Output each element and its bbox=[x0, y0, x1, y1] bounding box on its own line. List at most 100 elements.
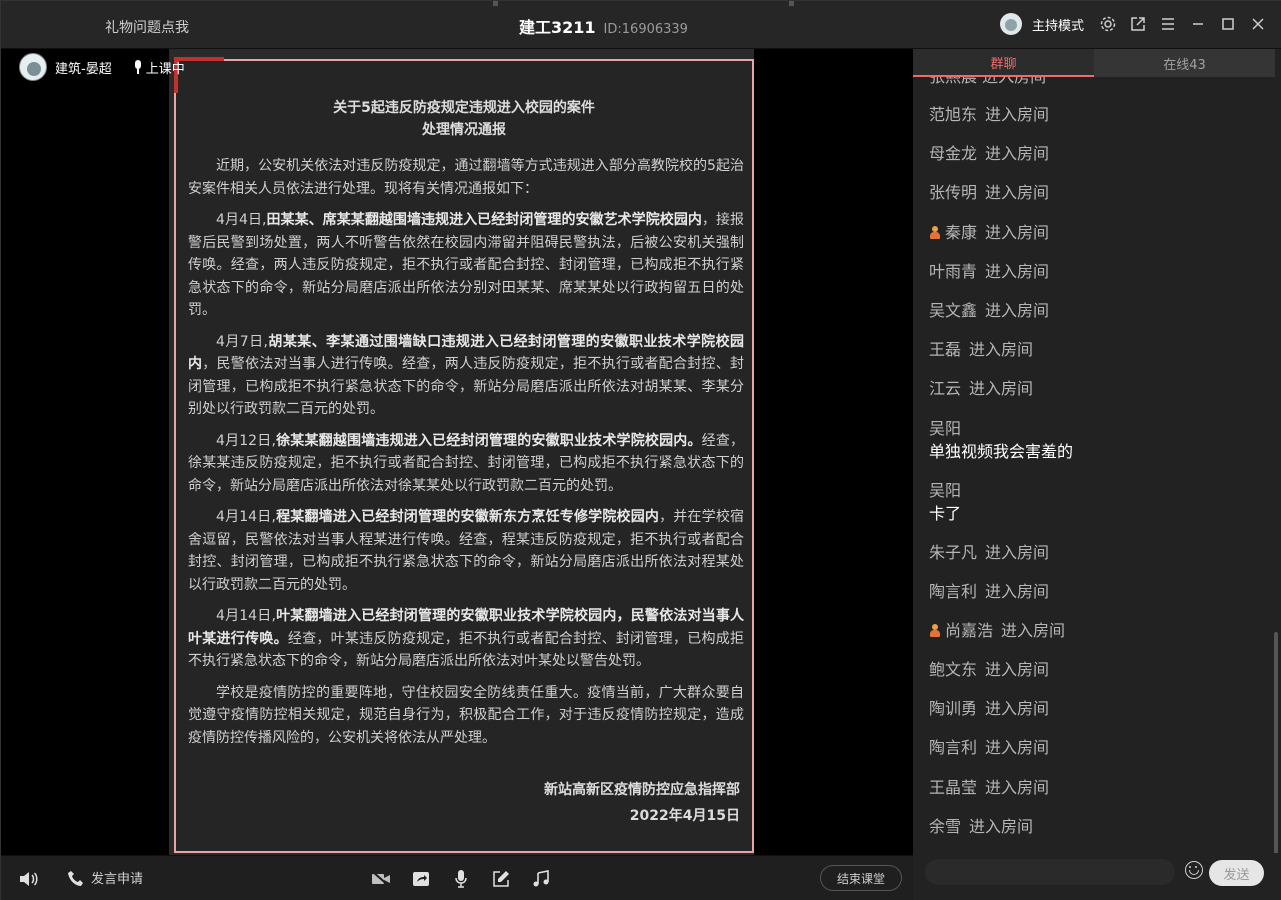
chat-user-name[interactable]: 鲍文东 bbox=[929, 660, 977, 680]
document-body: 近期，公安机关依法对违反防疫规定，通过翻墙等方式违规进入部分高教院校的5起治安案… bbox=[188, 155, 744, 758]
chat-user-name[interactable]: 朱子凡 bbox=[929, 543, 977, 563]
chat-user-name[interactable]: 秦康 bbox=[945, 223, 977, 243]
edit-icon[interactable] bbox=[490, 868, 512, 890]
presenter-status: 上课中 bbox=[134, 58, 185, 77]
join-action: 进入房间 bbox=[985, 183, 1050, 203]
microphone-icon[interactable] bbox=[450, 868, 472, 890]
avatar[interactable] bbox=[19, 53, 47, 81]
speak-request-button[interactable]: 发言申请 bbox=[91, 868, 143, 887]
document-paragraph: 学校是疫情防控的重要阵地，守住校园安全防线责任重大。疫情当前，广大群众要自觉遵守… bbox=[188, 684, 744, 746]
app-window: 礼物问题点我 建工3211 ID:16906339 主持模式 关于5起违反防疫规… bbox=[0, 0, 1281, 900]
chat-user-name[interactable]: 王晶莹 bbox=[929, 778, 977, 798]
window-controls: 主持模式 bbox=[999, 13, 1268, 35]
presenter-name: 建筑-晏超 bbox=[55, 61, 112, 77]
document-title: 关于5起违反防疫规定违规进入校园的案件 处理情况通报 bbox=[176, 97, 752, 141]
chat-user-name[interactable]: 陶言利 bbox=[929, 582, 977, 602]
menu-icon[interactable] bbox=[1158, 14, 1178, 34]
gift-issue-link[interactable]: 礼物问题点我 bbox=[105, 17, 189, 37]
shared-document: 关于5起违反防疫规定违规进入校园的案件 处理情况通报 近期，公安机关依法对违反防… bbox=[174, 59, 754, 853]
chat-user-name[interactable]: 叶雨青 bbox=[929, 262, 977, 282]
end-class-button[interactable]: 结束课堂 bbox=[820, 865, 902, 891]
window-grip bbox=[493, 1, 498, 6]
host-avatar[interactable] bbox=[999, 13, 1022, 35]
document-signature: 新站高新区疫情防控应急指挥部 2022年4月15日 bbox=[544, 777, 740, 829]
list-item: 陶言利 进入房间 bbox=[929, 582, 1259, 621]
join-action: 进入房间 bbox=[985, 738, 1050, 758]
speaker-icon[interactable] bbox=[17, 868, 39, 890]
minimize-icon[interactable] bbox=[1188, 14, 1208, 34]
title-bar: 礼物问题点我 建工3211 ID:16906339 主持模式 bbox=[1, 1, 1281, 49]
list-item: 张熙晨 进入房间 bbox=[929, 77, 1259, 105]
list-item: 余雪 进入房间 bbox=[929, 817, 1259, 853]
list-item: 母金龙 进入房间 bbox=[929, 144, 1259, 183]
music-icon[interactable] bbox=[530, 868, 552, 890]
join-action: 进入房间 bbox=[985, 777, 1050, 797]
signature-date: 2022年4月15日 bbox=[629, 808, 740, 824]
room-id: ID:16906339 bbox=[603, 22, 688, 37]
chat-messages[interactable]: 张熙晨 进入房间 范旭东进入房间母金龙进入房间张传明进入房间秦康进入房间叶雨青进… bbox=[913, 77, 1281, 853]
document-paragraph: 4月7日,胡某某、李某通过围墙缺口违规进入已经封闭管理的安徽职业技术学院校园内，… bbox=[188, 333, 745, 418]
list-item: 陶言利 进入房间 bbox=[929, 738, 1259, 777]
popout-icon[interactable] bbox=[1128, 14, 1148, 34]
phone-icon[interactable] bbox=[65, 868, 87, 890]
join-action: 进入房间 bbox=[969, 816, 1034, 836]
chat-message-text: 单独视频我会害羞的 bbox=[929, 441, 1074, 461]
document-paragraph: 4月4日,田某某、席某某翻越围墙违规进入已经封闭管理的安徽艺术学院校园内，接报警… bbox=[188, 212, 745, 318]
send-button[interactable]: 发送 bbox=[1209, 860, 1264, 886]
chat-user-name[interactable]: 母金龙 bbox=[929, 144, 977, 164]
camera-off-icon[interactable] bbox=[370, 868, 392, 890]
list-item: 叶雨青 进入房间 bbox=[929, 262, 1259, 301]
document-paragraph: 4月14日,程某翻墙进入已经封闭管理的安徽新东方烹饪专修学院校园内，并在学校宿舍… bbox=[188, 509, 745, 593]
chat-user-name[interactable]: 尚嘉浩 bbox=[945, 621, 993, 641]
tab-group-chat[interactable]: 群聊 bbox=[913, 49, 1094, 77]
join-message: 张熙晨 进入房间 bbox=[929, 77, 1046, 87]
list-item: 朱子凡 进入房间 bbox=[929, 543, 1259, 582]
list-item: 秦康 进入房间 bbox=[929, 223, 1259, 262]
room-title: 建工3211 bbox=[519, 18, 596, 37]
chat-user-name[interactable]: 江云 bbox=[929, 379, 961, 399]
presenter-badge: 建筑-晏超 上课中 bbox=[19, 53, 185, 81]
chat-scrollbar[interactable] bbox=[1274, 632, 1278, 853]
signature-org: 新站高新区疫情防控应急指挥部 bbox=[544, 782, 740, 798]
join-action: 进入房间 bbox=[985, 144, 1050, 164]
host-mode-label[interactable]: 主持模式 bbox=[1032, 15, 1084, 34]
chat-user-name[interactable]: 吴阳 bbox=[929, 481, 1259, 501]
settings-icon[interactable] bbox=[1098, 14, 1118, 34]
screen-share-icon[interactable] bbox=[410, 868, 432, 890]
chat-user-name[interactable]: 张传明 bbox=[929, 183, 977, 203]
join-action: 进入房间 bbox=[985, 300, 1050, 320]
microphone-icon bbox=[134, 60, 142, 74]
document-title-line: 关于5起违反防疫规定违规进入校园的案件 bbox=[333, 100, 595, 116]
chat-user-name[interactable]: 余雪 bbox=[929, 817, 961, 837]
document-paragraph: 近期，公安机关依法对违反防疫规定，通过翻墙等方式违规进入部分高教院校的5起治安案… bbox=[188, 158, 744, 197]
document-title-line: 处理情况通报 bbox=[422, 122, 506, 138]
chat-message-text: 卡了 bbox=[929, 503, 962, 523]
tab-online[interactable]: 在线43 bbox=[1094, 49, 1275, 77]
join-action: 进入房间 bbox=[985, 581, 1050, 601]
close-icon[interactable] bbox=[1248, 14, 1268, 34]
join-action: 进入房间 bbox=[969, 340, 1034, 360]
bottom-toolbar: 发言申请 结束课堂 bbox=[1, 855, 913, 900]
emoji-icon[interactable] bbox=[1185, 861, 1203, 879]
join-action: 进入房间 bbox=[985, 222, 1050, 242]
room-header: 建工3211 ID:16906339 bbox=[519, 14, 688, 38]
join-action: 进入房间 bbox=[985, 261, 1050, 281]
maximize-icon[interactable] bbox=[1218, 14, 1238, 34]
list-item: 尚嘉浩 进入房间 bbox=[929, 621, 1259, 660]
chat-user-name[interactable]: 王磊 bbox=[929, 340, 961, 360]
chat-user-name[interactable]: 陶言利 bbox=[929, 738, 977, 758]
join-action: 进入房间 bbox=[985, 542, 1050, 562]
chat-message: 吴阳 卡了 bbox=[929, 481, 1259, 543]
chat-user-name[interactable]: 陶训勇 bbox=[929, 699, 977, 719]
list-item: 鲍文东 进入房间 bbox=[929, 660, 1259, 699]
list-item: 张传明 进入房间 bbox=[929, 183, 1259, 222]
list-item: 陶训勇 进入房间 bbox=[929, 699, 1259, 738]
join-action: 进入房间 bbox=[969, 379, 1034, 399]
user-badge-icon bbox=[929, 225, 941, 240]
chat-user-name[interactable]: 吴文鑫 bbox=[929, 301, 977, 321]
chat-message: 吴阳 单独视频我会害羞的 bbox=[929, 419, 1259, 481]
chat-user-name[interactable]: 吴阳 bbox=[929, 419, 1259, 439]
chat-user-name[interactable]: 范旭东 bbox=[929, 105, 977, 125]
presenter-status-label: 上课中 bbox=[145, 61, 185, 77]
chat-input[interactable] bbox=[925, 859, 1175, 885]
